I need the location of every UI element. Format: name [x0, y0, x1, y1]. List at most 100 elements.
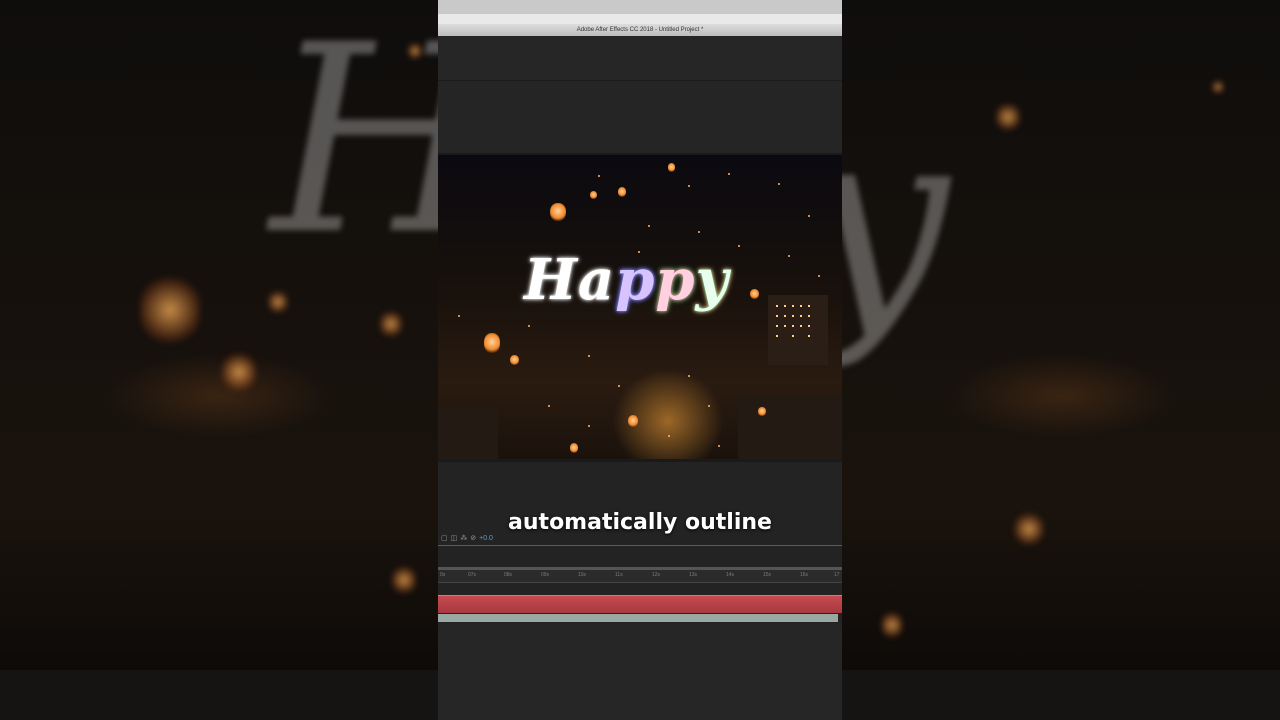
layer-track-bar[interactable]	[438, 595, 842, 613]
blurred-lantern	[408, 42, 422, 60]
distant-lantern	[808, 215, 810, 217]
background-track-bar[interactable]	[438, 614, 838, 622]
blurred-lantern	[996, 102, 1020, 132]
lantern	[510, 355, 519, 365]
distant-lantern	[648, 225, 650, 227]
blurred-lantern	[268, 290, 288, 314]
lantern	[668, 163, 675, 172]
distant-lantern	[778, 183, 780, 185]
letter-p: p	[655, 247, 696, 313]
building-window	[776, 305, 778, 307]
distant-lantern	[788, 255, 790, 257]
distant-lantern	[688, 375, 690, 377]
ruler-tick: 15s	[763, 572, 772, 578]
ruler-tick: 10s	[578, 572, 587, 578]
blurred-lantern	[140, 275, 200, 345]
building-window	[792, 325, 794, 327]
blurred-lantern	[1212, 80, 1224, 94]
blurred-lantern	[392, 565, 416, 595]
ruler-tick: 11s	[615, 572, 623, 578]
letter-p: p	[615, 247, 656, 313]
ruler-tick: 12s	[652, 572, 661, 578]
distant-lantern	[738, 245, 740, 247]
project-panel	[438, 81, 842, 155]
distant-lantern	[548, 405, 550, 407]
letter-y: y	[695, 247, 730, 313]
lantern	[484, 333, 500, 353]
solo-icon[interactable]: ◫	[451, 535, 458, 542]
distant-lantern	[598, 175, 600, 177]
lantern	[618, 187, 626, 197]
timeline-empty-area	[438, 623, 842, 720]
motion-blur-icon[interactable]: ⁂	[460, 535, 467, 542]
distant-lantern	[718, 445, 720, 447]
building-window	[792, 305, 794, 307]
building-window	[808, 315, 810, 317]
building-window	[808, 335, 810, 337]
graph-icon[interactable]: ⊘	[470, 535, 476, 542]
ruler-tick: 07s	[468, 572, 477, 578]
building	[738, 395, 842, 459]
lantern	[750, 289, 759, 299]
distant-lantern	[588, 355, 590, 357]
building-window	[776, 335, 778, 337]
ruler-tick: 13s	[689, 572, 698, 578]
distant-lantern	[618, 385, 620, 387]
distant-lantern	[818, 275, 820, 277]
blurred-happy-text: y	[842, 70, 957, 372]
ruler-tick: 16s	[800, 572, 809, 578]
ruler-tick: 14s	[726, 572, 735, 578]
distant-lantern	[708, 405, 710, 407]
building-window	[808, 305, 810, 307]
blurred-background-right: y	[842, 0, 1280, 720]
distant-lantern	[528, 325, 530, 327]
toolbar-strip	[438, 14, 842, 24]
distant-lantern	[458, 315, 460, 317]
ruler-tick: 0s	[440, 572, 446, 578]
building-window	[808, 325, 810, 327]
building-window	[776, 315, 778, 317]
ruler-tick: 17	[834, 572, 840, 578]
tools-panel	[438, 36, 842, 81]
blurred-lantern	[1014, 512, 1044, 546]
lantern	[590, 191, 597, 199]
building-window	[800, 315, 802, 317]
lantern	[758, 407, 766, 416]
building-window	[784, 305, 786, 307]
distant-lantern	[688, 185, 690, 187]
window-title: Adobe After Effects CC 2018 - Untitled P…	[438, 24, 842, 36]
timeline-toolbar: ▢ ◫ ⁂ ⊘ +0.0	[438, 533, 842, 545]
building-window	[776, 325, 778, 327]
ruler-tick: 08s	[504, 572, 513, 578]
building	[438, 405, 498, 459]
distant-lantern	[698, 231, 700, 233]
ruler-tick: 09s	[541, 572, 550, 578]
blurred-lantern	[380, 310, 402, 338]
building-window	[800, 305, 802, 307]
blurred-lantern	[882, 610, 902, 640]
blurred-background-left: H	[0, 0, 438, 720]
distant-lantern	[668, 435, 670, 437]
distant-lantern	[728, 173, 730, 175]
happy-text-layer[interactable]: Happy	[524, 247, 729, 313]
street-glow	[608, 365, 728, 459]
menu-bar-strip	[438, 0, 842, 14]
lantern	[570, 443, 578, 453]
lantern	[550, 203, 566, 221]
building-window	[792, 335, 794, 337]
timeline-divider	[438, 545, 842, 546]
composition-viewer[interactable]: Happy	[438, 155, 842, 459]
blurred-lantern	[222, 352, 256, 392]
building-window	[784, 325, 786, 327]
after-effects-window: Adobe After Effects CC 2018 - Untitled P…	[438, 0, 842, 720]
letter-a: a	[577, 247, 616, 313]
building-window	[800, 325, 802, 327]
building-window	[792, 315, 794, 317]
building-window	[784, 315, 786, 317]
frame-readout: +0.0	[479, 535, 493, 542]
video-caption: automatically outline	[508, 510, 772, 535]
time-ruler[interactable]: 0s 07s 08s 09s 10s 11s 12s 13s 14s 15s 1…	[438, 570, 842, 583]
letter-h: H	[524, 247, 578, 313]
lantern	[628, 415, 638, 427]
comment-icon[interactable]: ▢	[441, 535, 448, 542]
